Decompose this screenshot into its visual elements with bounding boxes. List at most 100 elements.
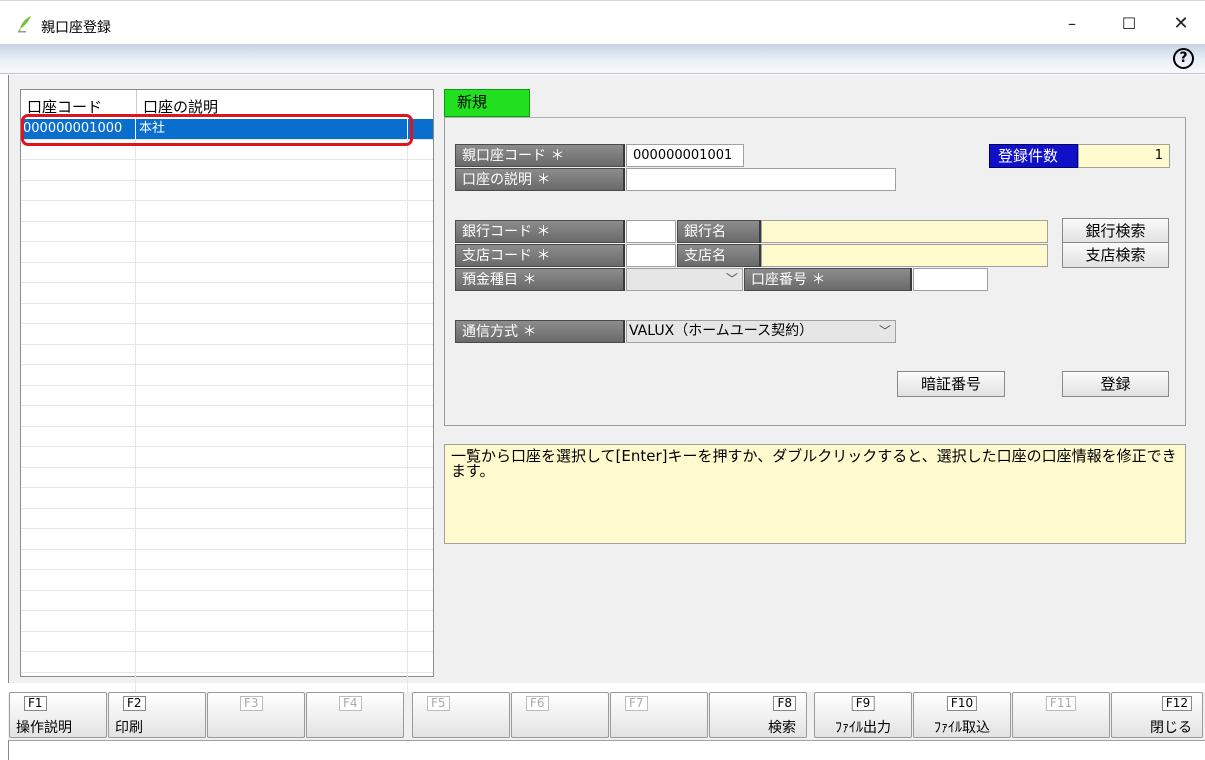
list-row-empty[interactable] xyxy=(21,406,433,427)
list-row-empty[interactable] xyxy=(21,672,433,693)
row-description xyxy=(136,242,408,262)
branch-code-field[interactable] xyxy=(626,244,676,267)
account-number-field[interactable] xyxy=(913,268,988,291)
row-description xyxy=(136,365,408,385)
row-description xyxy=(136,672,408,692)
row-description xyxy=(136,467,408,487)
f8-key-label: F8 xyxy=(773,696,796,711)
list-row-empty[interactable] xyxy=(21,488,433,509)
list-row-empty[interactable] xyxy=(21,160,433,181)
f2-button[interactable]: F2 印刷 xyxy=(108,692,206,738)
column-header-description[interactable]: 口座の説明 xyxy=(143,96,218,117)
count-value: 1 xyxy=(1078,144,1170,168)
list-row-empty[interactable] xyxy=(21,590,433,611)
list-row-empty[interactable] xyxy=(21,201,433,222)
bank-name-field xyxy=(761,220,1048,243)
row-description xyxy=(136,262,408,282)
row-description: 本社 xyxy=(136,119,408,139)
row-code xyxy=(21,324,136,344)
bank-search-button[interactable]: 銀行検索 xyxy=(1062,218,1169,244)
row-description xyxy=(136,221,408,241)
row-code xyxy=(21,631,136,651)
row-code xyxy=(21,242,136,262)
parent-code-label: 親口座コード ＊ xyxy=(455,144,625,167)
list-row-empty[interactable] xyxy=(21,447,433,468)
list-row-selected[interactable]: 000000001000 本社 xyxy=(21,119,433,140)
comm-method-value: VALUX（ホームユース契約） xyxy=(629,323,814,339)
row-code xyxy=(21,139,136,159)
list-row-empty[interactable] xyxy=(21,139,433,160)
row-code xyxy=(21,201,136,221)
list-row-empty[interactable] xyxy=(21,652,433,673)
deposit-type-select[interactable]: ﹀ xyxy=(626,268,743,291)
f6-button: F6 xyxy=(511,692,609,738)
list-row-empty[interactable] xyxy=(21,529,433,550)
list-row-empty[interactable] xyxy=(21,180,433,201)
list-row-empty[interactable] xyxy=(21,508,433,529)
f10-button[interactable]: F10 ﾌｧｲﾙ取込 xyxy=(913,692,1011,738)
row-code xyxy=(21,180,136,200)
list-rows: 000000001000 本社 xyxy=(21,119,433,693)
list-row-empty[interactable] xyxy=(21,426,433,447)
minimize-button[interactable]: – xyxy=(1052,11,1092,37)
register-button[interactable]: 登録 xyxy=(1062,371,1169,397)
list-row-empty[interactable] xyxy=(21,549,433,570)
row-code xyxy=(21,221,136,241)
row-code xyxy=(21,672,136,692)
row-code xyxy=(21,488,136,508)
row-description xyxy=(136,652,408,672)
row-code xyxy=(21,529,136,549)
f1-button[interactable]: F1 操作説明 xyxy=(9,692,107,738)
row-code xyxy=(21,590,136,610)
f9-button[interactable]: F9 ﾌｧｲﾙ出力 xyxy=(814,692,912,738)
list-row-empty[interactable] xyxy=(21,242,433,263)
count-label: 登録件数 xyxy=(989,144,1078,168)
row-code xyxy=(21,303,136,323)
pin-button[interactable]: 暗証番号 xyxy=(897,371,1005,397)
row-description xyxy=(136,447,408,467)
close-window-button[interactable]: ✕ xyxy=(1161,11,1201,37)
f7-button: F7 xyxy=(610,692,708,738)
list-row-empty[interactable] xyxy=(21,283,433,304)
maximize-button[interactable]: ☐ xyxy=(1109,11,1149,37)
tab-new[interactable]: 新規 xyxy=(444,89,530,117)
f4-key-label: F4 xyxy=(339,696,362,711)
branch-search-button[interactable]: 支店検索 xyxy=(1062,242,1169,268)
row-description xyxy=(136,180,408,200)
row-code xyxy=(21,570,136,590)
list-row-empty[interactable] xyxy=(21,570,433,591)
account-list[interactable]: 口座コード 口座の説明 000000001000 本社 xyxy=(20,89,434,693)
account-number-label: 口座番号 ＊ xyxy=(744,268,912,291)
bank-code-field[interactable] xyxy=(626,220,676,243)
row-description xyxy=(136,303,408,323)
list-row-empty[interactable] xyxy=(21,221,433,242)
comm-method-select[interactable]: VALUX（ホームユース契約） ﹀ xyxy=(626,320,896,343)
list-row-empty[interactable] xyxy=(21,611,433,632)
title-bar: 親口座登録 – ☐ ✕ xyxy=(0,0,1205,44)
row-code xyxy=(21,262,136,282)
row-description xyxy=(136,344,408,364)
column-header-code[interactable]: 口座コード xyxy=(27,96,102,117)
help-icon[interactable]: ? xyxy=(1173,48,1194,69)
f12-caption: 閉じる xyxy=(1150,720,1192,736)
list-row-empty[interactable] xyxy=(21,365,433,386)
account-desc-field[interactable] xyxy=(626,168,896,191)
list-row-empty[interactable] xyxy=(21,467,433,488)
f10-caption: ﾌｧｲﾙ取込 xyxy=(934,720,990,736)
column-divider xyxy=(136,90,137,118)
row-description xyxy=(136,385,408,405)
parent-code-field[interactable]: 000000001001 xyxy=(626,144,744,167)
row-code xyxy=(21,365,136,385)
comm-method-label: 通信方式 ＊ xyxy=(455,320,625,343)
f8-button[interactable]: F8 検索 xyxy=(709,692,807,738)
chevron-down-icon: ﹀ xyxy=(725,272,738,286)
list-row-empty[interactable] xyxy=(21,324,433,345)
list-row-empty[interactable] xyxy=(21,631,433,652)
f3-button: F3 xyxy=(207,692,305,738)
list-row-empty[interactable] xyxy=(21,344,433,365)
list-row-empty[interactable] xyxy=(21,303,433,324)
f12-button[interactable]: F12 閉じる xyxy=(1111,692,1203,738)
f8-caption: 検索 xyxy=(768,720,796,736)
list-row-empty[interactable] xyxy=(21,385,433,406)
list-row-empty[interactable] xyxy=(21,262,433,283)
